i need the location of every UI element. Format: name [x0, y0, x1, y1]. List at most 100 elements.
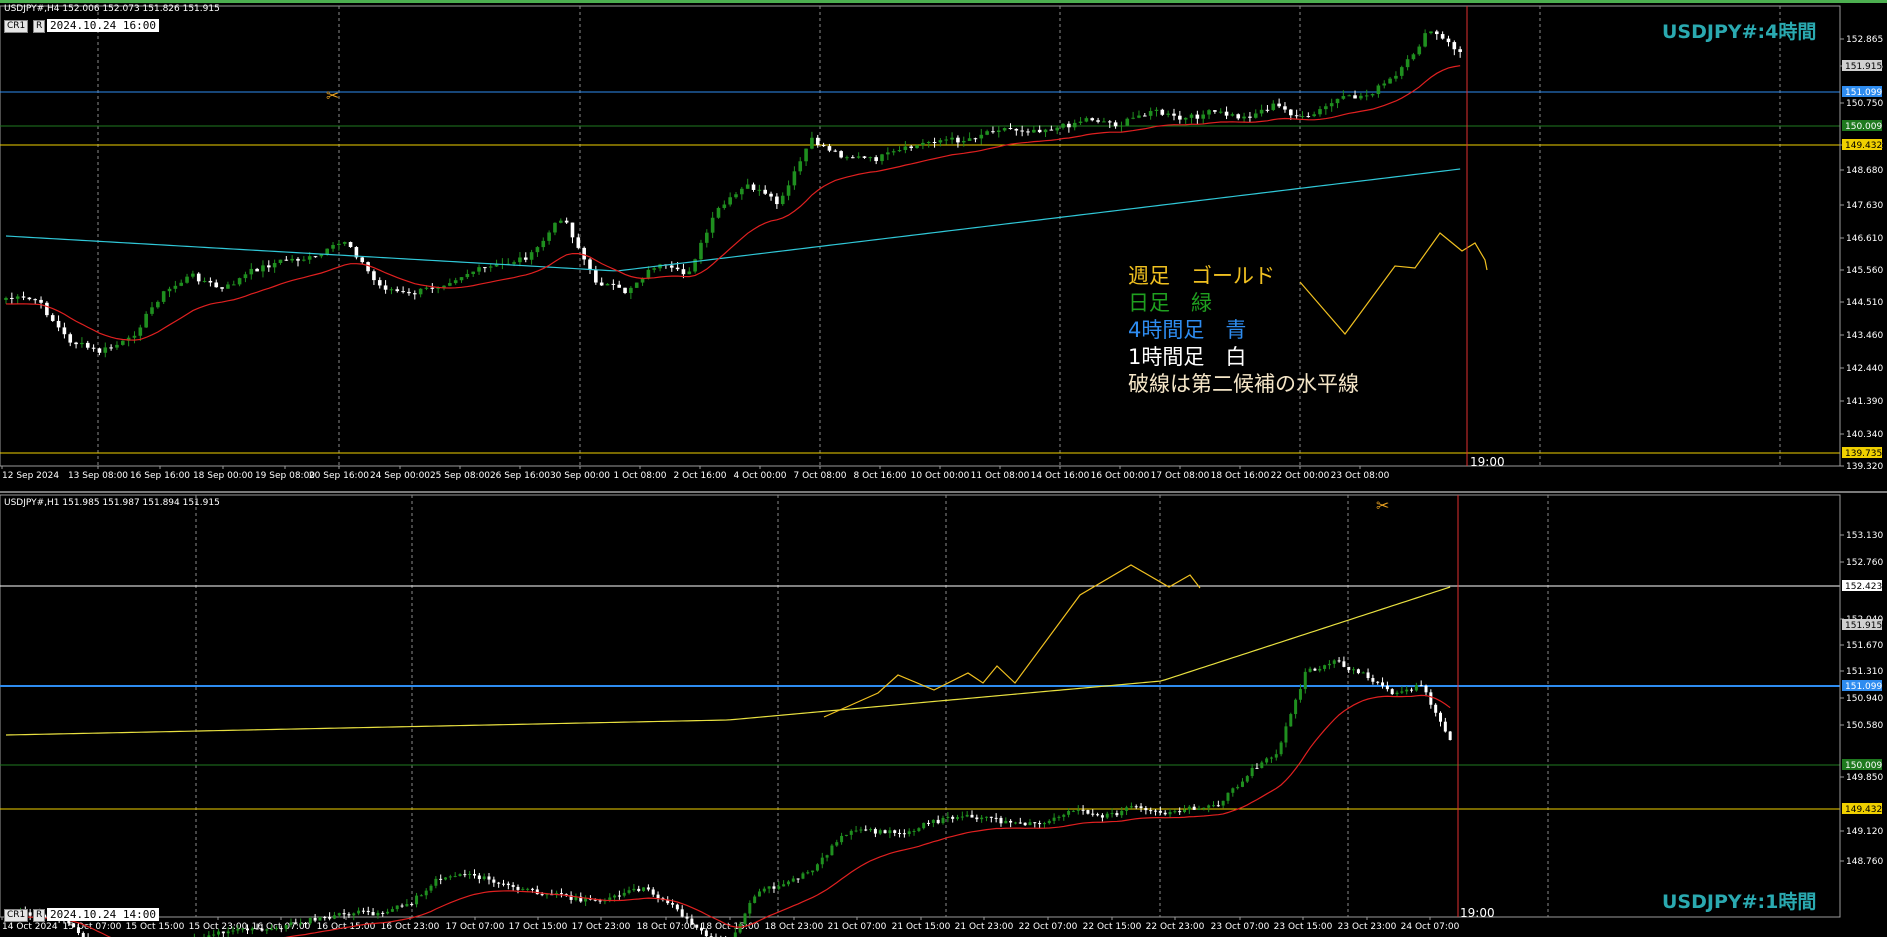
h4-r-button[interactable]: R: [33, 20, 46, 33]
candle-body: [260, 928, 264, 931]
price-tick-label: 145.560: [1846, 266, 1883, 276]
candle-body: [468, 873, 472, 875]
candle-body: [348, 242, 353, 248]
candle-body: [1435, 31, 1439, 35]
h1-cr-button[interactable]: CR1: [4, 909, 29, 922]
candle-body: [1213, 110, 1217, 112]
candle-body: [695, 924, 699, 928]
candle-body: [999, 817, 1003, 824]
candle-body: [839, 151, 843, 158]
candle-body: [1260, 762, 1264, 768]
candle-body: [733, 932, 737, 937]
price-tick-label: 150.580: [1846, 721, 1883, 731]
candle-body: [1361, 672, 1365, 674]
candle-body: [1306, 116, 1311, 118]
candle-body: [1308, 668, 1312, 672]
candle-body: [1202, 807, 1206, 809]
candle-body: [1423, 33, 1427, 47]
candle-body: [921, 142, 925, 146]
time-tick-label: 10 Oct 00:00: [911, 471, 970, 481]
h1-chart-canvas[interactable]: 153.130152.760152.040151.670151.310150.9…: [0, 493, 1887, 937]
price-tick-label: 140.340: [1846, 430, 1883, 440]
candle-body: [386, 911, 390, 914]
candle-body: [862, 156, 867, 158]
candle-body: [685, 916, 689, 919]
candle-body: [851, 157, 855, 159]
candle-body: [815, 137, 820, 146]
candle-body: [290, 258, 294, 261]
candle-body: [690, 918, 694, 925]
candle-body: [570, 222, 575, 238]
candle-body: [337, 913, 341, 916]
h4-chart-pane[interactable]: 152.865 151.915 150.750 149.432 148.680 147.6…: [0, 0, 1887, 492]
time-tick-label: 15 Oct 15:00: [126, 922, 185, 932]
candle-body: [844, 834, 848, 836]
candle-body: [669, 265, 674, 268]
price-level-tag-text: 151.915: [1845, 62, 1882, 72]
candle-body: [1195, 114, 1200, 119]
candle-body: [453, 876, 457, 878]
h4-chart-canvas[interactable]: 152.865 151.915 150.750 149.432 148.680 147.6…: [0, 0, 1887, 492]
h1-chart-pane[interactable]: 153.130152.760152.040151.670151.310150.9…: [0, 493, 1887, 937]
price-tick-label: 148.760: [1846, 857, 1883, 867]
candle-body: [605, 283, 610, 286]
candle-body: [1289, 714, 1293, 727]
candle-body: [623, 287, 627, 294]
candle-body: [926, 142, 931, 144]
candle-body: [622, 892, 626, 896]
candle-body: [214, 282, 219, 288]
price-tick-label: 146.610: [1846, 234, 1883, 244]
candle-body: [745, 184, 750, 189]
candle-body: [780, 195, 785, 205]
candle-body: [1067, 810, 1071, 815]
candle-body: [530, 888, 534, 890]
candle-body: [1382, 83, 1387, 86]
h4-cr-button[interactable]: CR1: [4, 20, 29, 33]
candle-body: [646, 887, 650, 890]
candle-body: [613, 895, 617, 898]
candle-body: [909, 146, 913, 149]
h4-vline-label: 19:00: [1470, 455, 1505, 469]
h1-chart-title: USDJPY#:1時間: [1662, 891, 1817, 913]
candle-body: [1163, 812, 1167, 815]
candle-body: [1300, 116, 1305, 118]
candle-body: [1335, 98, 1340, 104]
candle-body: [313, 256, 318, 258]
candle-body: [361, 910, 365, 912]
candle-body: [1052, 817, 1056, 821]
candle-body: [413, 293, 417, 295]
candle-body: [226, 284, 230, 289]
candle-body: [278, 259, 283, 263]
candle-body: [1284, 726, 1288, 743]
candle-body: [611, 283, 616, 285]
h1-symbol-info: USDJPY#,H1 151.985 151.987 151.894 151.9…: [4, 498, 220, 508]
candle-body: [243, 274, 248, 279]
h1-r-button[interactable]: R: [33, 909, 46, 922]
candle-body: [1248, 116, 1252, 118]
candle-body: [1107, 121, 1112, 123]
candle-body: [598, 900, 602, 902]
price-level-tag-text: 139.735: [1845, 449, 1882, 459]
candle-body: [1178, 811, 1182, 813]
candle-body: [1125, 118, 1130, 126]
candle-body: [471, 271, 475, 274]
candle-body: [704, 930, 708, 937]
candle-body: [956, 137, 960, 143]
candle-body: [1115, 813, 1119, 816]
candle-body: [617, 895, 621, 897]
candle-body: [786, 881, 790, 885]
candle-body: [518, 257, 522, 263]
candle-body: [492, 879, 496, 883]
h1-vline-label: 19:00: [1460, 906, 1495, 920]
chart-top-bar: [0, 0, 1887, 3]
candle-body: [1023, 822, 1027, 826]
candle-body: [1131, 117, 1135, 119]
candle-body: [465, 273, 470, 278]
candle-body: [1143, 115, 1147, 117]
candle-body: [439, 878, 443, 880]
candle-body: [1061, 123, 1065, 128]
time-tick-label: 11 Oct 08:00: [971, 471, 1030, 481]
candle-body: [303, 923, 307, 925]
h4-chart-title: USDJPY#:4時間: [1662, 21, 1817, 43]
candle-body: [231, 930, 235, 932]
